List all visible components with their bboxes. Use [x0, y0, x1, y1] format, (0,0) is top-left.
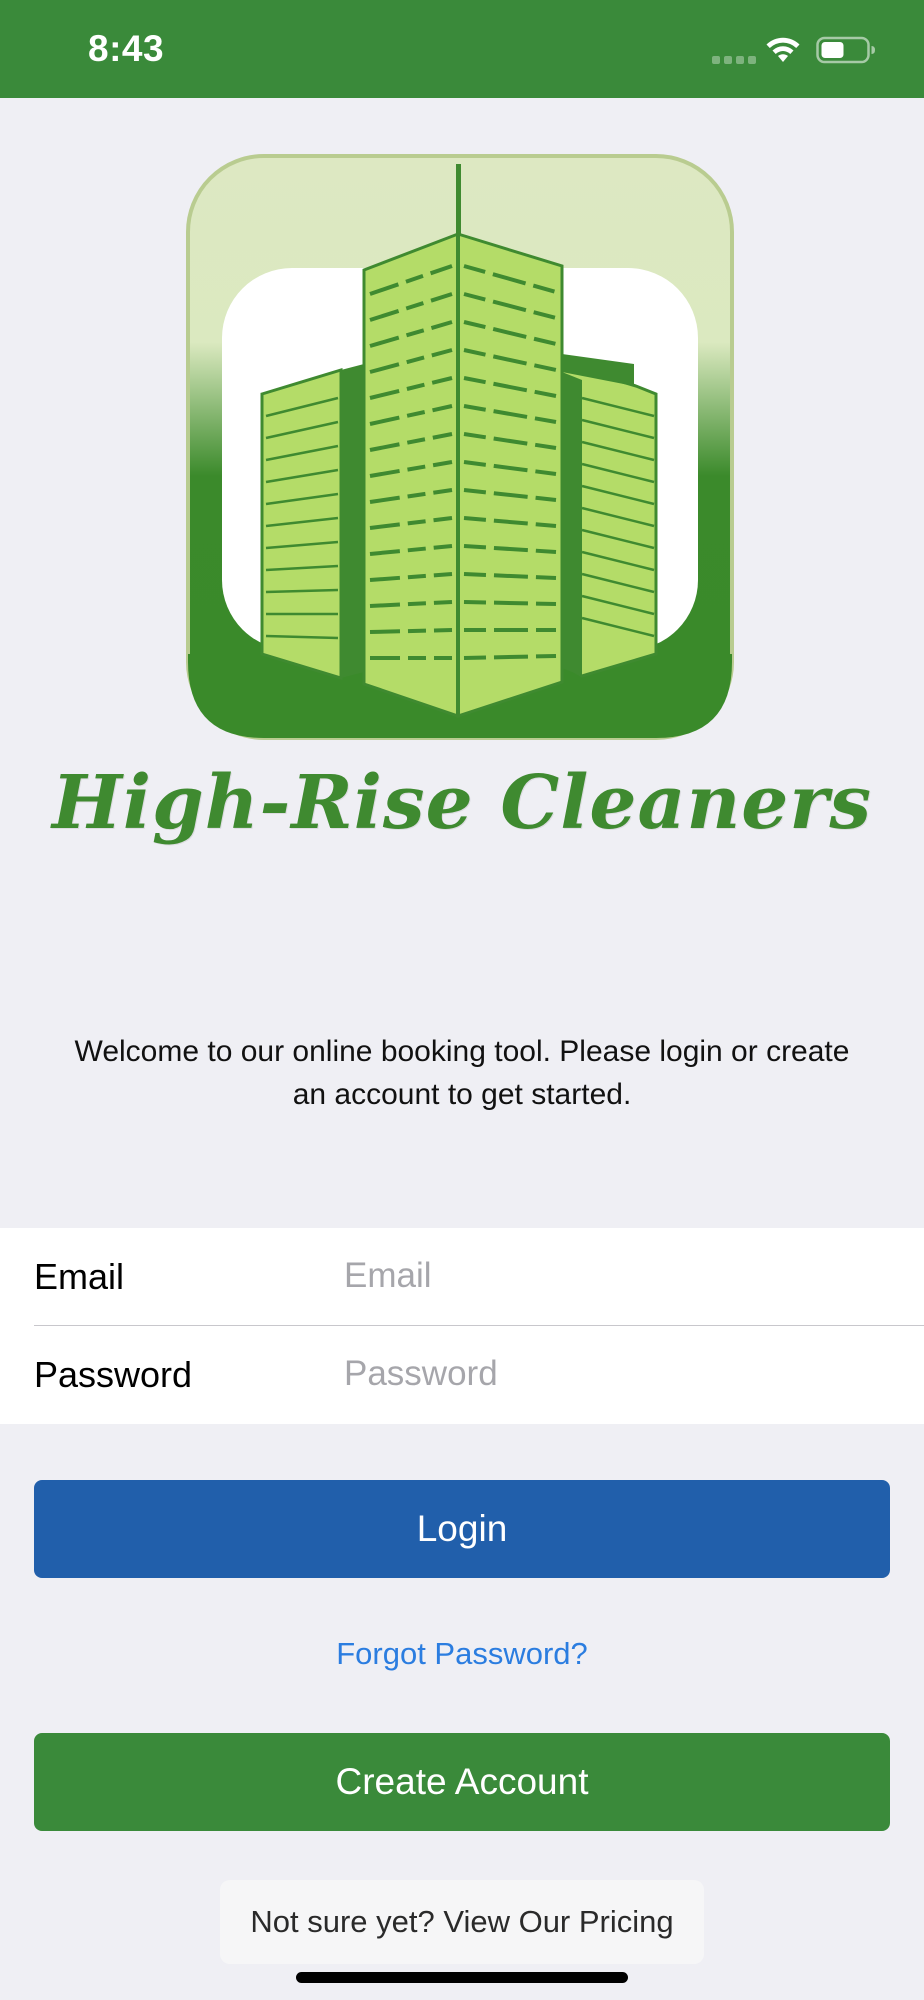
login-button[interactable]: Login	[34, 1480, 890, 1578]
welcome-message: Welcome to our online booking tool. Plea…	[74, 1035, 850, 1111]
login-form: Email Password	[0, 1228, 924, 1424]
wifi-icon	[766, 37, 800, 62]
password-label: Password	[34, 1354, 193, 1395]
status-time: 8:43	[88, 28, 165, 69]
email-row: Email	[0, 1228, 924, 1326]
home-indicator	[296, 1972, 628, 1983]
buildings-logo-icon	[186, 154, 734, 740]
brand-name: High-Rise Cleaners	[52, 760, 872, 846]
create-account-button[interactable]: Create Account	[34, 1733, 890, 1831]
view-pricing-button[interactable]: Not sure yet? View Our Pricing	[220, 1880, 704, 1964]
email-field[interactable]	[344, 1250, 884, 1302]
cellular-signal-icon	[712, 56, 756, 64]
password-row: Password	[0, 1326, 924, 1424]
status-bar: 8:43	[0, 0, 924, 98]
email-label: Email	[34, 1256, 125, 1297]
forgot-password-link[interactable]: Forgot Password?	[0, 1636, 924, 1672]
password-field[interactable]	[344, 1348, 884, 1400]
battery-icon	[816, 36, 875, 64]
